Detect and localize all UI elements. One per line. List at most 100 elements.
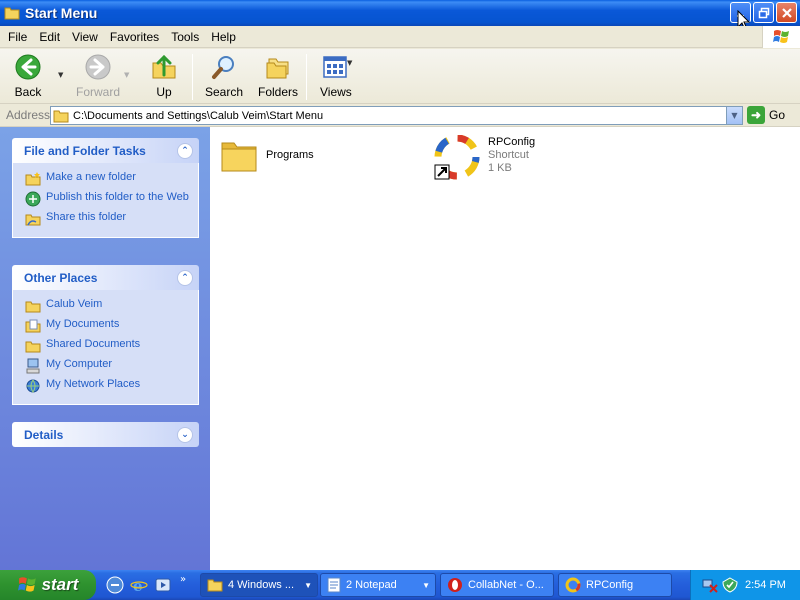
menu-file[interactable]: File xyxy=(0,30,33,44)
windows-flag-icon xyxy=(17,577,36,592)
share-folder-icon xyxy=(25,214,41,226)
panel-title: File and Folder Tasks xyxy=(24,143,146,158)
back-arrow-icon xyxy=(15,54,41,80)
place-my-documents[interactable]: My Documents xyxy=(25,318,190,334)
menu-edit[interactable]: Edit xyxy=(33,30,66,44)
restore-icon xyxy=(758,7,769,18)
go-button[interactable]: ➜ Go xyxy=(747,106,785,124)
folder-up-icon xyxy=(152,54,176,79)
folder-icon xyxy=(25,301,41,313)
folder-icon xyxy=(25,341,41,353)
address-bar: Address ▼ ➜ Go xyxy=(0,104,800,127)
group-dropdown-icon: ▼ xyxy=(422,580,430,590)
expand-chevron-icon[interactable]: ⌄ xyxy=(177,426,193,443)
up-button[interactable]: Up xyxy=(150,53,178,99)
panel-title: Other Places xyxy=(24,270,98,285)
menu-bar: File Edit View Favorites Tools Help xyxy=(0,26,800,48)
forward-dropdown-icon[interactable]: ▼ xyxy=(124,71,129,79)
task-make-new-folder[interactable]: Make a new folder xyxy=(25,171,190,187)
menu-view[interactable]: View xyxy=(66,30,104,44)
views-label: Views xyxy=(320,85,352,99)
task-publish-to-web[interactable]: Publish this folder to the Web xyxy=(25,191,190,207)
quick-launch: e xyxy=(106,576,172,594)
windows-logo-icon xyxy=(762,26,800,48)
file-item-rpconfig[interactable]: RPConfig Shortcut 1 KB xyxy=(434,135,535,183)
collapse-chevron-icon[interactable]: ⌃ xyxy=(177,269,193,286)
forward-label: Forward xyxy=(76,85,121,99)
quick-launch-more-icon[interactable]: » xyxy=(180,574,186,585)
taskbar-button-rpconfig[interactable]: RPConfig xyxy=(558,573,672,597)
place-my-computer[interactable]: My Computer xyxy=(25,358,190,374)
views-dropdown-icon[interactable]: ▼ xyxy=(347,59,352,67)
go-arrow-icon: ➜ xyxy=(747,106,765,124)
forward-arrow-icon xyxy=(85,54,111,80)
task-share-folder[interactable]: Share this folder xyxy=(25,211,190,227)
standard-toolbar: Back ▼ Forward ▼ Up Search Folders Views… xyxy=(0,49,800,104)
place-my-network-places[interactable]: My Network Places xyxy=(25,378,190,394)
place-shared-documents[interactable]: Shared Documents xyxy=(25,338,190,354)
folder-icon xyxy=(221,142,257,172)
file-size: 1 KB xyxy=(488,162,512,174)
menu-help[interactable]: Help xyxy=(205,30,242,44)
start-button[interactable]: start xyxy=(0,570,96,600)
notepad-icon xyxy=(327,577,341,593)
taskbar-button-collabnet[interactable]: CollabNet - O... xyxy=(440,573,554,597)
folders-button[interactable]: Folders xyxy=(258,53,298,99)
menu-favorites[interactable]: Favorites xyxy=(104,30,165,44)
address-field[interactable]: ▼ xyxy=(50,106,743,125)
menu-tools[interactable]: Tools xyxy=(165,30,205,44)
up-label: Up xyxy=(156,85,172,99)
search-label: Search xyxy=(205,85,244,99)
title-bar[interactable]: Start Menu xyxy=(0,0,800,26)
collapse-chevron-icon[interactable]: ⌃ xyxy=(177,142,193,159)
my-computer-icon xyxy=(26,358,40,374)
address-label: Address xyxy=(6,108,51,122)
search-icon xyxy=(212,56,235,79)
search-button[interactable]: Search xyxy=(205,53,243,99)
views-icon xyxy=(323,56,347,78)
new-folder-icon xyxy=(25,172,41,186)
taskbar: start e » 4 Windows ... ▼ 2 Notepad ▼ Co… xyxy=(0,570,800,600)
security-alert-icon[interactable] xyxy=(721,576,739,594)
file-list-view[interactable]: Programs RPConfig Shortcut 1 KB xyxy=(210,127,800,570)
file-name: Programs xyxy=(266,149,314,161)
rpconfig-shortcut-icon xyxy=(434,135,480,180)
rpconfig-icon xyxy=(565,577,581,593)
folders-icon xyxy=(266,58,289,79)
address-dropdown-button[interactable]: ▼ xyxy=(726,107,742,124)
go-label: Go xyxy=(769,108,786,122)
folder-icon xyxy=(4,7,20,20)
system-tray: 2:54 PM xyxy=(690,570,800,600)
my-documents-icon xyxy=(25,319,41,333)
internet-explorer-icon[interactable]: e xyxy=(130,576,148,594)
details-panel: Details ⌄ xyxy=(12,422,199,447)
network-status-icon[interactable] xyxy=(701,576,719,594)
forward-button[interactable]: Forward xyxy=(76,53,120,99)
back-dropdown-icon[interactable]: ▼ xyxy=(58,71,63,79)
task-pane: File and Folder Tasks ⌃ Make a new folde… xyxy=(0,127,210,570)
file-folder-tasks-panel: File and Folder Tasks ⌃ Make a new folde… xyxy=(12,138,199,238)
outlook-express-icon[interactable] xyxy=(106,576,124,594)
clock[interactable]: 2:54 PM xyxy=(745,579,786,591)
address-input[interactable] xyxy=(73,109,713,122)
start-label: start xyxy=(41,575,79,594)
window-title: Start Menu xyxy=(25,5,98,21)
close-button[interactable] xyxy=(776,2,797,23)
taskbar-button-notepad[interactable]: 2 Notepad ▼ xyxy=(320,573,436,597)
svg-text:e: e xyxy=(133,577,143,594)
media-player-icon[interactable] xyxy=(154,576,172,594)
restore-button[interactable] xyxy=(753,2,774,23)
file-folder-tasks-header[interactable]: File and Folder Tasks ⌃ xyxy=(12,138,199,163)
back-button[interactable]: Back xyxy=(14,53,42,99)
file-type: Shortcut xyxy=(488,149,529,161)
toolbar-divider xyxy=(192,54,193,100)
network-places-icon xyxy=(26,379,40,393)
details-header[interactable]: Details ⌄ xyxy=(12,422,199,447)
place-calub-veim[interactable]: Calub Veim xyxy=(25,298,190,314)
close-icon xyxy=(781,7,792,18)
file-item-programs[interactable]: Programs xyxy=(220,135,314,175)
other-places-panel: Other Places ⌃ Calub Veim My Documents S… xyxy=(12,265,199,405)
taskbar-button-windows[interactable]: 4 Windows ... ▼ xyxy=(200,573,318,597)
other-places-header[interactable]: Other Places ⌃ xyxy=(12,265,199,290)
publish-web-icon xyxy=(25,191,41,207)
